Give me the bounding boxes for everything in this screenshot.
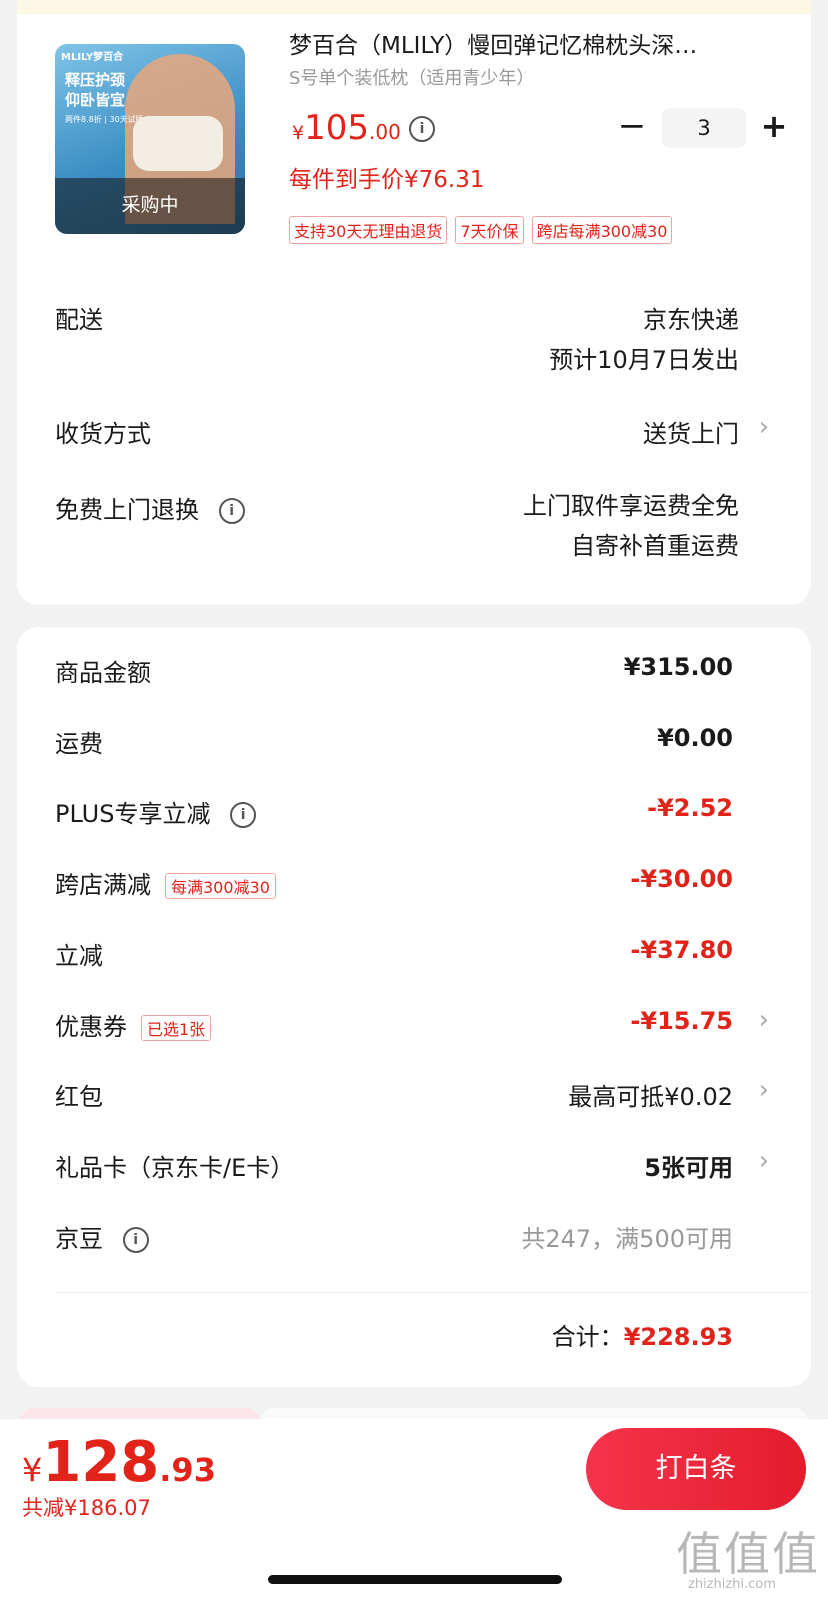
cross-store-label-text: 跨店满减 <box>55 871 151 899</box>
receive-method-label: 收货方式 <box>55 420 151 448</box>
shipping-value: ¥0.00 <box>657 724 733 752</box>
chevron-right-icon[interactable]: › <box>759 1075 769 1105</box>
thumbnail-status-overlay: 采购中 <box>55 178 245 234</box>
goods-amount-label: 商品金额 <box>55 659 151 687</box>
info-circle-icon[interactable]: i <box>218 498 245 524</box>
product-thumbnail[interactable]: MLILY梦百合 释压护颈 仰卧皆宜 两件8.8折 | 30天试睡 采购中 <box>55 44 245 234</box>
coupon-badge: 已选1张 <box>141 1015 212 1041</box>
thumbnail-promo-small: 两件8.8折 | 30天试睡 <box>65 115 144 124</box>
coupon-label[interactable]: 优惠券 已选1张 <box>55 1007 212 1042</box>
quantity-input[interactable]: 3 <box>662 108 746 148</box>
product-price: ¥105.00 <box>292 108 401 148</box>
pay-amount: ¥128.93 <box>22 1430 216 1495</box>
chevron-right-icon[interactable]: › <box>759 1005 769 1035</box>
total-saved: 共减¥186.07 <box>22 1496 151 1520</box>
delivery-eta: 预计10月7日发出 <box>549 346 739 374</box>
free-return-self-ship: 自寄补首重运费 <box>571 532 739 560</box>
info-circle-icon[interactable]: i <box>409 116 435 142</box>
product-title[interactable]: 梦百合（MLILY）慢回弹记忆棉枕头深… <box>289 26 697 60</box>
quantity-increase-button[interactable]: + <box>759 106 789 146</box>
pay-button[interactable]: 打白条 <box>586 1428 806 1510</box>
delivery-carrier: 京东快递 <box>643 306 739 334</box>
pay-currency: ¥ <box>22 1451 43 1489</box>
per-unit-price: 每件到手价¥76.31 <box>289 167 485 193</box>
free-return-label: 免费上门退换 i <box>55 490 245 525</box>
price-decimal: .00 <box>369 120 401 144</box>
pay-amount-integer: 128 <box>42 1430 160 1495</box>
info-circle-icon[interactable]: i <box>122 1227 149 1253</box>
order-total: 合计：¥228.93 <box>552 1317 733 1352</box>
plus-discount-label-text: PLUS专享立减 <box>55 800 211 828</box>
coupon-value[interactable]: -¥15.75 <box>630 1007 733 1035</box>
pillow-image <box>133 116 223 171</box>
info-circle-icon[interactable]: i <box>230 802 257 828</box>
thumbnail-status-text: 采购中 <box>121 194 179 216</box>
instant-discount-label: 立减 <box>55 942 103 970</box>
plus-discount-value: -¥2.52 <box>647 794 733 822</box>
instant-discount-value: -¥37.80 <box>630 936 733 964</box>
service-tags: 支持30天无理由退货 7天价保 跨店每满300减30 <box>289 216 680 244</box>
giftcard-label[interactable]: 礼品卡（京东卡/E卡） <box>55 1148 294 1183</box>
total-value: ¥228.93 <box>623 1323 733 1351</box>
service-tag: 支持30天无理由退货 <box>289 216 448 244</box>
chevron-right-icon[interactable]: › <box>759 1146 769 1176</box>
total-label: 合计： <box>551 1323 624 1351</box>
thumbnail-promo-line1: 释压护颈 <box>65 71 126 89</box>
free-return-label-text: 免费上门退换 <box>55 496 199 524</box>
plus-discount-label: PLUS专享立减 i <box>55 794 257 829</box>
jingdou-label: 京豆 i <box>55 1219 149 1254</box>
service-tag: 跨店每满300减30 <box>531 216 673 244</box>
price-summary-card: 商品金额 ¥315.00 运费 ¥0.00 PLUS专享立减 i -¥2.52 … <box>17 627 811 1387</box>
jingdou-label-text: 京豆 <box>55 1225 103 1253</box>
thumbnail-brand: MLILY梦百合 <box>61 52 124 63</box>
product-card: MLILY梦百合 释压护颈 仰卧皆宜 两件8.8折 | 30天试睡 采购中 梦百… <box>17 0 811 605</box>
cross-store-label: 跨店满减 每满300减30 <box>55 865 276 900</box>
product-spec[interactable]: S号单个装低枕（适用青少年） <box>289 64 534 90</box>
giftcard-value[interactable]: 5张可用 <box>644 1148 733 1183</box>
top-banner-strip <box>17 0 811 14</box>
receive-method-value[interactable]: 送货上门 <box>643 414 739 449</box>
cross-store-badge: 每满300减30 <box>165 873 276 899</box>
price-currency: ¥ <box>292 122 305 144</box>
shipping-label: 运费 <box>55 730 103 758</box>
pay-amount-decimal: .93 <box>159 1451 216 1489</box>
watermark-url: zhizhizhi.com <box>688 1577 776 1592</box>
goods-amount-value: ¥315.00 <box>623 653 733 681</box>
free-return-pickup: 上门取件享运费全免 <box>523 492 739 520</box>
home-indicator[interactable] <box>268 1575 562 1584</box>
cross-store-value: -¥30.00 <box>630 865 733 893</box>
watermark-logo: 值值值 <box>676 1527 820 1581</box>
delivery-label: 配送 <box>55 306 103 334</box>
quantity-decrease-button[interactable]: − <box>617 106 647 146</box>
price-integer: 105 <box>304 108 369 148</box>
summary-divider <box>55 1292 811 1293</box>
redpacket-label[interactable]: 红包 <box>55 1077 103 1112</box>
redpacket-value[interactable]: 最高可抵¥0.02 <box>568 1077 733 1112</box>
service-tag: 7天价保 <box>455 216 524 244</box>
thumbnail-promo-line2: 仰卧皆宜 <box>65 91 126 109</box>
jingdou-value: 共247，满500可用 <box>521 1225 733 1253</box>
coupon-label-text: 优惠券 <box>55 1013 127 1041</box>
thumbnail-promo: 释压护颈 仰卧皆宜 <box>65 70 125 110</box>
chevron-right-icon[interactable]: › <box>759 412 769 442</box>
